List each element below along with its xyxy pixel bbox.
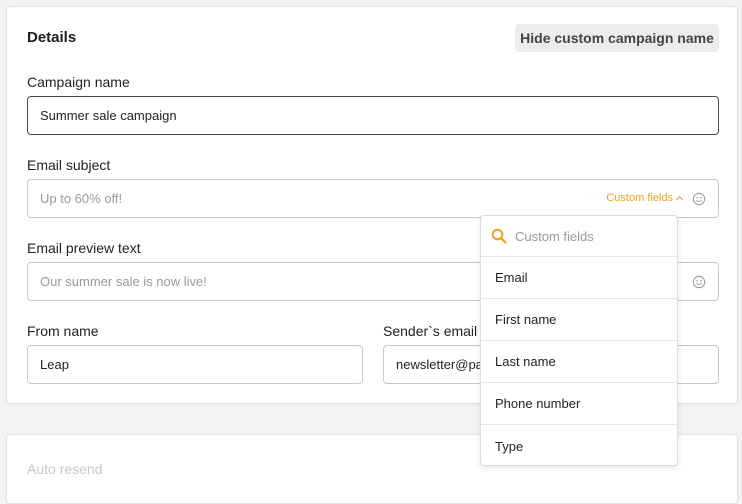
chevron-up-icon [675, 195, 684, 204]
campaign-name-value: Summer sale campaign [40, 108, 177, 123]
from-name-input[interactable]: Leap [27, 345, 363, 384]
from-name-label: From name [27, 323, 99, 339]
emoji-icon[interactable] [692, 275, 706, 289]
custom-field-item-phone-number[interactable]: Phone number [481, 383, 677, 425]
email-subject-label: Email subject [27, 157, 111, 173]
email-preview-label: Email preview text [27, 240, 141, 256]
custom-field-item-type[interactable]: Type [481, 425, 677, 465]
custom-field-item-first-name[interactable]: First name [481, 299, 677, 341]
campaign-name-label: Campaign name [27, 74, 130, 90]
email-subject-placeholder: Up to 60% off! [40, 191, 123, 206]
search-icon [491, 228, 507, 244]
campaign-name-input[interactable]: Summer sale campaign [27, 96, 719, 135]
custom-fields-dropdown: Email First name Last name Phone number … [480, 215, 678, 466]
custom-fields-search [481, 216, 677, 257]
from-name-value: Leap [40, 357, 69, 372]
email-subject-input[interactable]: Up to 60% off! Custom fields [27, 179, 719, 218]
email-preview-placeholder: Our summer sale is now live! [40, 274, 207, 289]
sender-email-value: newsletter@pa [396, 357, 483, 372]
custom-fields-search-input[interactable] [515, 228, 665, 244]
sender-email-label: Sender`s email a [383, 323, 489, 339]
auto-resend-title: Auto resend [27, 461, 103, 477]
custom-field-item-email[interactable]: Email [481, 257, 677, 299]
details-title: Details [27, 29, 77, 46]
custom-fields-toggle-label: Custom fields [606, 192, 673, 204]
emoji-icon[interactable] [692, 192, 706, 206]
custom-field-item-last-name[interactable]: Last name [481, 341, 677, 383]
custom-fields-toggle[interactable]: Custom fields [606, 192, 684, 204]
hide-custom-campaign-name-button[interactable]: Hide custom campaign name [515, 24, 719, 52]
